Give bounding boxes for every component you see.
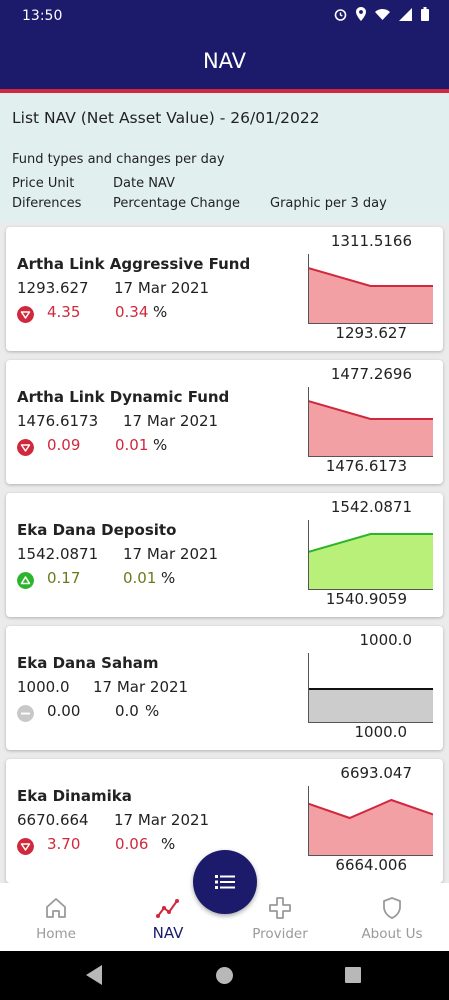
location-icon (356, 7, 366, 21)
fund-diff: 4.35 (47, 303, 81, 321)
graph-max: 1477.2696 (330, 365, 412, 383)
status-time: 13:50 (22, 8, 63, 24)
back-icon[interactable] (86, 965, 102, 985)
fund-price: 1476.6173 (17, 412, 99, 430)
graph-max: 1542.0871 (330, 498, 412, 516)
fund-price: 1000.0 (17, 678, 70, 696)
fund-pct-unit: % (153, 436, 168, 454)
graph-area (308, 401, 433, 457)
fund-date: 17 Mar 2021 (93, 678, 189, 696)
signal-icon (399, 7, 412, 21)
fund-card[interactable]: Artha Link Dynamic Fund 1476.6173 17 Mar… (6, 360, 443, 484)
graph-min: 6664.006 (335, 856, 407, 874)
graph-min: 1540.9059 (325, 590, 407, 608)
graph-max: 6693.047 (340, 764, 412, 782)
fund-graph (308, 653, 433, 723)
list-icon (215, 875, 235, 889)
graph-max: 1000.0 (359, 631, 413, 649)
fund-diff: 0.00 (47, 702, 81, 720)
provider-cross-icon (269, 897, 291, 919)
graph-area (308, 689, 433, 723)
nav-item-home[interactable]: Home (0, 883, 112, 951)
label-date-nav: Date NAV (113, 176, 175, 191)
subtitle: Fund types and changes per day (12, 152, 225, 167)
fund-name: Eka Dinamika (17, 787, 132, 805)
trend-flat-icon (17, 705, 34, 722)
fund-graph (308, 387, 433, 457)
fund-graph (308, 520, 433, 590)
fund-pct: 0.06 (115, 835, 149, 853)
graph-area (308, 268, 433, 324)
alarm-icon (334, 8, 347, 21)
trend-down-icon (17, 439, 34, 456)
page-title: NAV (202, 49, 247, 73)
label-differences: Diferences (12, 196, 82, 211)
graph-max: 1311.5166 (330, 232, 412, 250)
fund-name: Artha Link Aggressive Fund (17, 255, 251, 273)
fund-price: 6670.664 (17, 811, 89, 829)
recents-icon[interactable] (345, 967, 361, 983)
graph-min: 1293.627 (335, 324, 407, 342)
status-icons (334, 7, 429, 21)
fund-date: 17 Mar 2021 (123, 545, 219, 563)
fund-card[interactable]: Artha Link Aggressive Fund 1293.627 17 M… (6, 227, 443, 351)
list-fab-button[interactable] (193, 850, 257, 914)
graph-min: 1476.6173 (325, 457, 407, 475)
fund-diff: 3.70 (47, 835, 81, 853)
fund-price: 1293.627 (17, 279, 89, 297)
fund-card[interactable]: Eka Dana Deposito 1542.0871 17 Mar 2021 … (6, 493, 443, 617)
fund-pct-unit: % (145, 702, 160, 720)
trend-up-icon (17, 572, 34, 589)
label-graphic: Graphic per 3 day (270, 196, 387, 211)
nav-label-home: Home (36, 926, 76, 942)
graph-area (308, 534, 433, 590)
fund-pct-unit: % (161, 569, 176, 587)
trend-down-icon (17, 838, 34, 855)
info-panel: List NAV (Net Asset Value) - 26/01/2022 … (0, 93, 449, 223)
shield-icon (383, 897, 401, 919)
fund-name: Eka Dana Saham (17, 654, 159, 672)
fund-name: Eka Dana Deposito (17, 521, 177, 539)
status-bar: 13:50 (0, 0, 449, 33)
fund-price: 1542.0871 (17, 545, 99, 563)
trend-down-icon (17, 306, 34, 323)
nav-item-about-us[interactable]: About Us (336, 883, 448, 951)
fund-name: Artha Link Dynamic Fund (17, 388, 230, 406)
fund-pct: 0.01 (115, 436, 149, 454)
label-percentage-change: Percentage Change (113, 196, 241, 211)
nav-label-provider: Provider (252, 926, 308, 942)
fund-pct-unit: % (153, 303, 168, 321)
fund-diff: 0.17 (47, 569, 81, 587)
fund-card[interactable]: Eka Dana Saham 1000.0 17 Mar 2021 0.00 0… (6, 626, 443, 750)
fund-list[interactable]: Artha Link Aggressive Fund 1293.627 17 M… (0, 223, 449, 883)
fund-graph (308, 254, 433, 324)
app-bar: NAV (0, 33, 449, 89)
battery-icon (421, 7, 429, 21)
fund-graph (308, 786, 433, 856)
fund-date: 17 Mar 2021 (114, 811, 210, 829)
wifi-icon (375, 9, 390, 20)
fund-pct: 0.0 (115, 702, 139, 720)
fund-pct: 0.01 (123, 569, 157, 587)
list-title: List NAV (Net Asset Value) - 26/01/2022 (12, 109, 320, 127)
graph-min: 1000.0 (354, 723, 408, 741)
nav-chart-icon (156, 899, 179, 918)
home-icon (46, 898, 66, 918)
nav-label-nav: NAV (152, 924, 184, 942)
fund-pct: 0.34 (115, 303, 149, 321)
fund-date: 17 Mar 2021 (123, 412, 219, 430)
fund-date: 17 Mar 2021 (114, 279, 210, 297)
fund-pct-unit: % (161, 835, 176, 853)
label-price-unit: Price Unit (12, 176, 75, 191)
home-circle-icon[interactable] (216, 967, 233, 984)
nav-label-about-us: About Us (361, 926, 423, 942)
fund-diff: 0.09 (47, 436, 81, 454)
